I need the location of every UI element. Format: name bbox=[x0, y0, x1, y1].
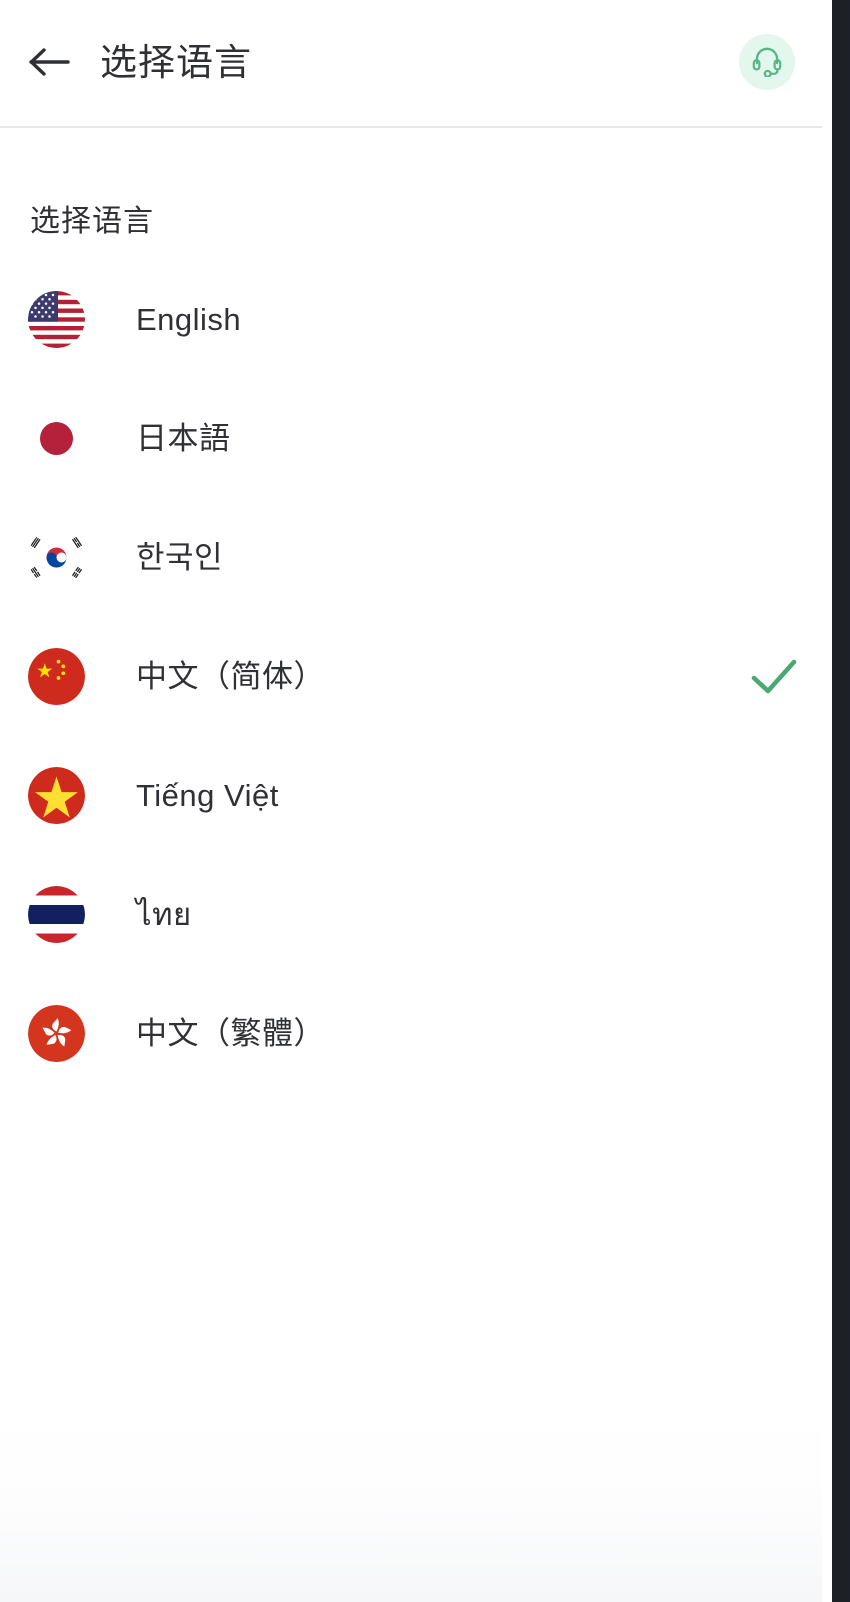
language-option-english[interactable]: English bbox=[0, 260, 822, 379]
app-header: 选择语言 bbox=[0, 0, 822, 128]
arrow-left-icon bbox=[28, 45, 72, 79]
flag-cn-icon bbox=[28, 648, 85, 705]
language-label: English bbox=[136, 302, 242, 337]
page-body: 选择语言 选择语言 English 日本語 한국인 中文（简体） Tiếng V… bbox=[0, 0, 822, 1602]
language-list: English 日本語 한국인 中文（简体） Tiếng Việt ไทย 中文… bbox=[0, 260, 822, 1093]
language-selection-screen: 选择语言 选择语言 English 日本語 한국인 中文（简体） Tiếng V… bbox=[0, 0, 850, 1602]
support-button[interactable] bbox=[739, 34, 795, 90]
language-label: 한국인 bbox=[136, 540, 224, 575]
flag-th-icon bbox=[28, 886, 85, 943]
language-label: 日本語 bbox=[136, 421, 231, 456]
section-heading: 选择语言 bbox=[30, 205, 154, 238]
flag-hk-icon bbox=[28, 1005, 85, 1062]
language-option-vietnamese[interactable]: Tiếng Việt bbox=[0, 736, 822, 855]
flag-jp-icon bbox=[28, 410, 85, 467]
flag-us-icon bbox=[28, 291, 85, 348]
edge-bar bbox=[832, 0, 850, 1602]
language-option-korean[interactable]: 한국인 bbox=[0, 498, 822, 617]
headset-icon bbox=[750, 43, 784, 82]
screen-edge-strip bbox=[822, 0, 850, 1602]
back-button[interactable] bbox=[22, 34, 78, 90]
language-option-chinese-traditional[interactable]: 中文（繁體） bbox=[0, 974, 822, 1093]
page-title: 选择语言 bbox=[100, 42, 252, 83]
language-label: ไทย bbox=[136, 897, 192, 932]
language-label: 中文（简体） bbox=[136, 659, 325, 694]
check-icon bbox=[750, 657, 798, 697]
language-option-thai[interactable]: ไทย bbox=[0, 855, 822, 974]
language-option-japanese[interactable]: 日本語 bbox=[0, 379, 822, 498]
language-label: 中文（繁體） bbox=[136, 1016, 325, 1051]
flag-kr-icon bbox=[28, 529, 85, 586]
flag-vn-icon bbox=[28, 767, 85, 824]
language-option-chinese-simplified[interactable]: 中文（简体） bbox=[0, 617, 822, 736]
language-label: Tiếng Việt bbox=[136, 778, 279, 813]
